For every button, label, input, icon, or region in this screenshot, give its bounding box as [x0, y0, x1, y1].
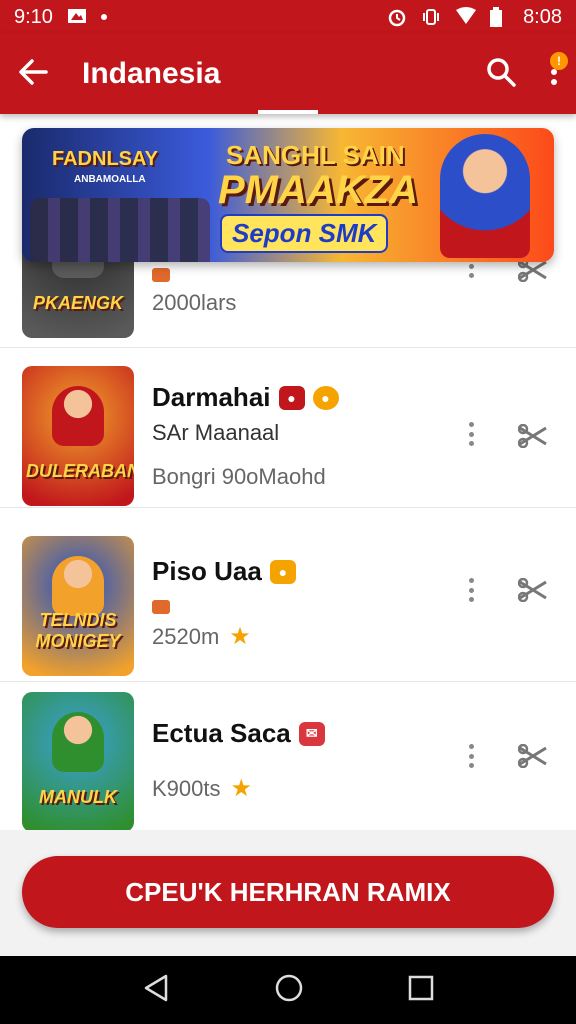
game-thumbnail: TELNDIS MONIGEY: [22, 536, 134, 676]
search-icon[interactable]: [486, 57, 516, 92]
overflow-menu-icon[interactable]: !: [550, 51, 568, 91]
game-name: Piso Uaa: [152, 556, 262, 586]
thumb-title: PKAENGK: [32, 293, 123, 313]
page-title: Indanesia: [82, 57, 221, 90]
banner-tagline: Sepon SMK: [220, 214, 389, 253]
more-options-icon[interactable]: [466, 578, 476, 602]
nav-back-icon[interactable]: [142, 973, 170, 1008]
banner-logo: FADNLSAY: [52, 148, 158, 170]
banner-logo-sub: ANBAMOALLA: [74, 174, 146, 185]
notification-dot-icon: [100, 14, 107, 20]
game-thumbnail: DULERABAN: [22, 366, 134, 506]
thumb-figure-1: [52, 386, 104, 446]
tab-indicator: [258, 110, 318, 114]
thumb-figure-2: [52, 556, 104, 616]
category-tag-icon: [152, 600, 170, 614]
nav-recents-icon[interactable]: [408, 975, 434, 1006]
more-options-icon[interactable]: [466, 744, 476, 768]
banner-headline-1: SANGHL SAIN: [226, 140, 405, 170]
more-options-icon[interactable]: [466, 422, 476, 446]
list-item[interactable]: MANULK Ectua Saca ✉ K900ts ★: [0, 682, 576, 830]
coin-badge-icon: ●: [312, 385, 339, 410]
game-downloads: K900ts: [152, 775, 221, 801]
game-meta: Bongri 90oMaohd: [152, 464, 326, 490]
nav-home-icon[interactable]: [274, 973, 304, 1008]
scissors-icon[interactable]: [518, 578, 548, 602]
scissors-icon[interactable]: [518, 424, 548, 448]
wifi-icon: [455, 7, 477, 27]
star-icon: ★: [230, 775, 253, 802]
list-item[interactable]: TELNDIS MONIGEY Piso Uaa ● 2520m ★: [0, 522, 576, 682]
game-subtitle: SAr Maanaal: [152, 420, 280, 445]
game-name: Darmahai: [152, 382, 271, 412]
status-clock: 8:08: [523, 5, 562, 28]
scissors-icon[interactable]: [518, 744, 548, 768]
app-bar: Indanesia !: [0, 34, 576, 114]
coin-badge-icon: ●: [269, 559, 296, 584]
battery-icon: [489, 7, 509, 27]
status-bar: 9:10 8:08: [0, 0, 576, 34]
status-time: 9:10: [14, 5, 53, 28]
game-downloads: 2000lars: [152, 290, 237, 315]
category-tag-icon: [152, 268, 170, 282]
game-name-row: Piso Uaa ●: [152, 556, 296, 587]
game-meta: K900ts ★: [152, 774, 252, 803]
game-name-row: Ectua Saca ✉: [152, 718, 325, 749]
notification-badge: !: [550, 51, 568, 70]
back-icon[interactable]: [18, 58, 48, 90]
promo-banner[interactable]: FADNLSAY ANBAMOALLA SANGHL SAIN PMAAKZA …: [22, 128, 554, 262]
game-list: FADNLSAY ANBAMOALLA SANGHL SAIN PMAAKZA …: [0, 114, 576, 830]
list-item[interactable]: DULERABAN Darmahai ● ● SAr Maanaal Bongr…: [0, 348, 576, 508]
primary-action-button[interactable]: CPEU'K HERHRAN RAMIX: [22, 856, 554, 928]
system-nav-bar: [0, 956, 576, 1024]
thumb-title: DULERABAN: [26, 461, 134, 481]
star-icon: ★: [229, 623, 251, 650]
game-thumbnail: MANULK: [22, 692, 134, 830]
game-name-row: Darmahai ● ●: [152, 382, 339, 413]
thumb-title: MANULK: [39, 787, 117, 807]
game-meta: 2520m ★: [152, 622, 251, 651]
game-downloads: Bongri 90oMaohd: [152, 464, 326, 489]
fire-badge-icon: ●: [278, 385, 305, 410]
game-downloads: 2520m: [152, 623, 220, 649]
alarm-icon: [387, 7, 407, 27]
game-meta: 2000lars: [152, 290, 236, 316]
game-name: Ectua Saca: [152, 718, 291, 748]
notification-icon: [67, 7, 87, 27]
cta-container: CPEU'K HERHRAN RAMIX: [0, 830, 576, 956]
banner-characters-illustration: [30, 198, 210, 262]
thumb-figure-3: [52, 712, 104, 772]
thumb-title: TELNDIS MONIGEY: [35, 610, 121, 651]
vibrate-icon: [421, 7, 441, 27]
mail-badge-icon: ✉: [298, 721, 325, 746]
banner-headline-2: PMAAKZA: [218, 168, 418, 212]
banner-hero-illustration: [440, 134, 530, 258]
